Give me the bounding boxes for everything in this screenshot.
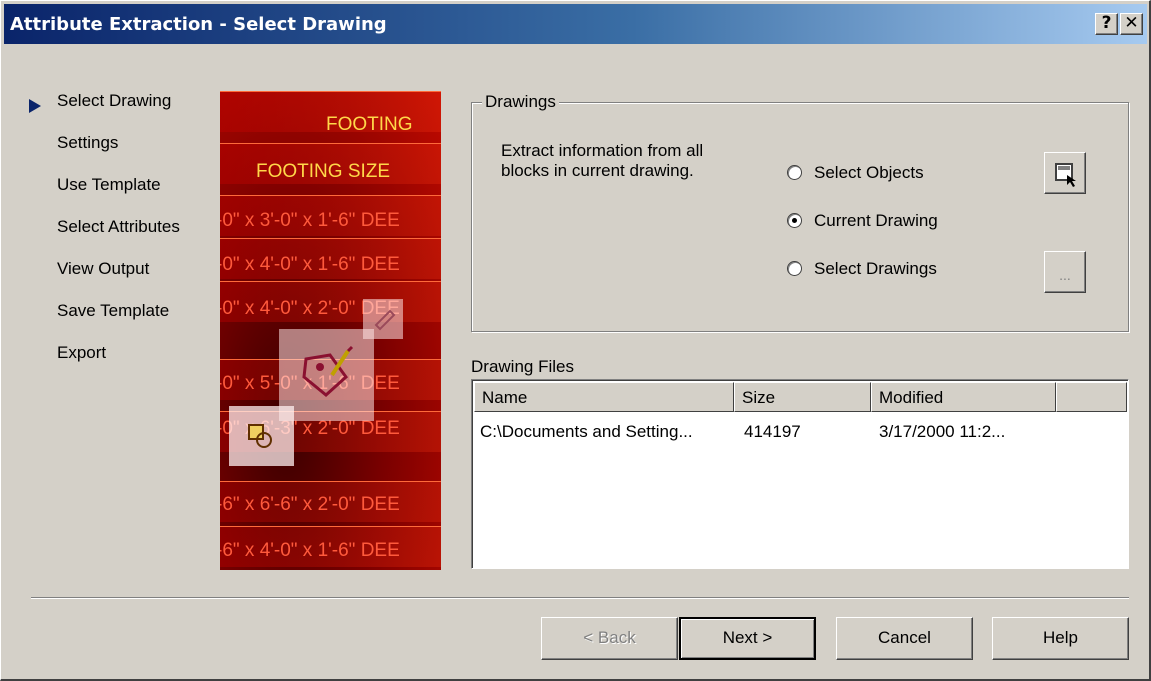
- drawing-files-label: Drawing Files: [471, 357, 574, 376]
- step-view-output: View Output: [57, 259, 150, 278]
- pick-objects-icon: [1055, 163, 1076, 187]
- help-title-button[interactable]: ?: [1095, 13, 1118, 35]
- select-drawings-browse-button[interactable]: ...: [1044, 251, 1086, 293]
- preview-text: -6" x 6'-6" x 2'-0" DEE: [220, 494, 400, 515]
- file-name-cell: C:\Documents and Setting...: [480, 422, 693, 441]
- preview-text: FOOTING SIZE: [256, 161, 391, 182]
- preview-text: -0" x 3'-0" x 1'-6" DEE: [220, 210, 400, 231]
- next-button[interactable]: Next >: [679, 617, 816, 660]
- file-modified-cell: 3/17/2000 11:2...: [879, 422, 1006, 441]
- column-header-name[interactable]: Name: [474, 382, 734, 412]
- block-select-icon: [248, 424, 272, 448]
- select-objects-button[interactable]: [1044, 152, 1086, 194]
- list-header: Name Size Modified: [474, 382, 1127, 412]
- step-settings: Settings: [57, 133, 119, 152]
- step-select-attributes: Select Attributes: [57, 217, 180, 236]
- radio-button[interactable]: [787, 213, 802, 228]
- drawing-files-list[interactable]: Name Size Modified C:\Documents and Sett…: [471, 379, 1129, 569]
- wizard-preview-image: FOOTING FOOTING SIZE -0" x 3'-0" x 1'-6"…: [220, 91, 441, 570]
- preview-text: -0" x 4'-0" x 1'-6" DEE: [220, 254, 400, 275]
- step-use-template: Use Template: [57, 175, 161, 194]
- radio-label: Select Drawings: [814, 259, 937, 278]
- bottom-separator: [31, 597, 1129, 599]
- drawings-group-label: Drawings: [482, 92, 559, 112]
- column-header-empty: [1056, 382, 1127, 412]
- column-header-size[interactable]: Size: [734, 382, 871, 412]
- attribute-tag-icon: [302, 345, 354, 397]
- radio-button[interactable]: [787, 261, 802, 276]
- preview-text: -6" x 4'-0" x 1'-6" DEE: [220, 540, 400, 561]
- preview-text: FOOTING: [326, 114, 413, 135]
- window-title: Attribute Extraction - Select Drawing: [10, 14, 387, 35]
- column-header-modified[interactable]: Modified: [871, 382, 1056, 412]
- dialog-window: Attribute Extraction - Select Drawing ? …: [0, 0, 1151, 681]
- current-step-arrow-icon: [29, 99, 41, 113]
- radio-select-drawings[interactable]: Select Drawings: [787, 259, 937, 279]
- step-export: Export: [57, 343, 107, 362]
- radio-label: Select Objects: [814, 163, 924, 182]
- file-size-cell: 414197: [744, 422, 801, 441]
- step-save-template: Save Template: [57, 301, 170, 320]
- close-title-button[interactable]: ✕: [1120, 13, 1143, 35]
- cancel-button[interactable]: Cancel: [836, 617, 973, 660]
- radio-button[interactable]: [787, 165, 802, 180]
- radio-label: Current Drawing: [814, 211, 938, 230]
- help-button[interactable]: Help: [992, 617, 1129, 660]
- radio-current-drawing[interactable]: Current Drawing: [787, 211, 938, 231]
- back-button[interactable]: < Back: [541, 617, 678, 660]
- pencil-icon: [374, 309, 396, 331]
- drawings-description: Extract information from all blocks in c…: [501, 141, 704, 180]
- title-bar: Attribute Extraction - Select Drawing: [4, 4, 1147, 44]
- radio-select-objects[interactable]: Select Objects: [787, 163, 924, 183]
- step-select-drawing: Select Drawing: [57, 91, 172, 110]
